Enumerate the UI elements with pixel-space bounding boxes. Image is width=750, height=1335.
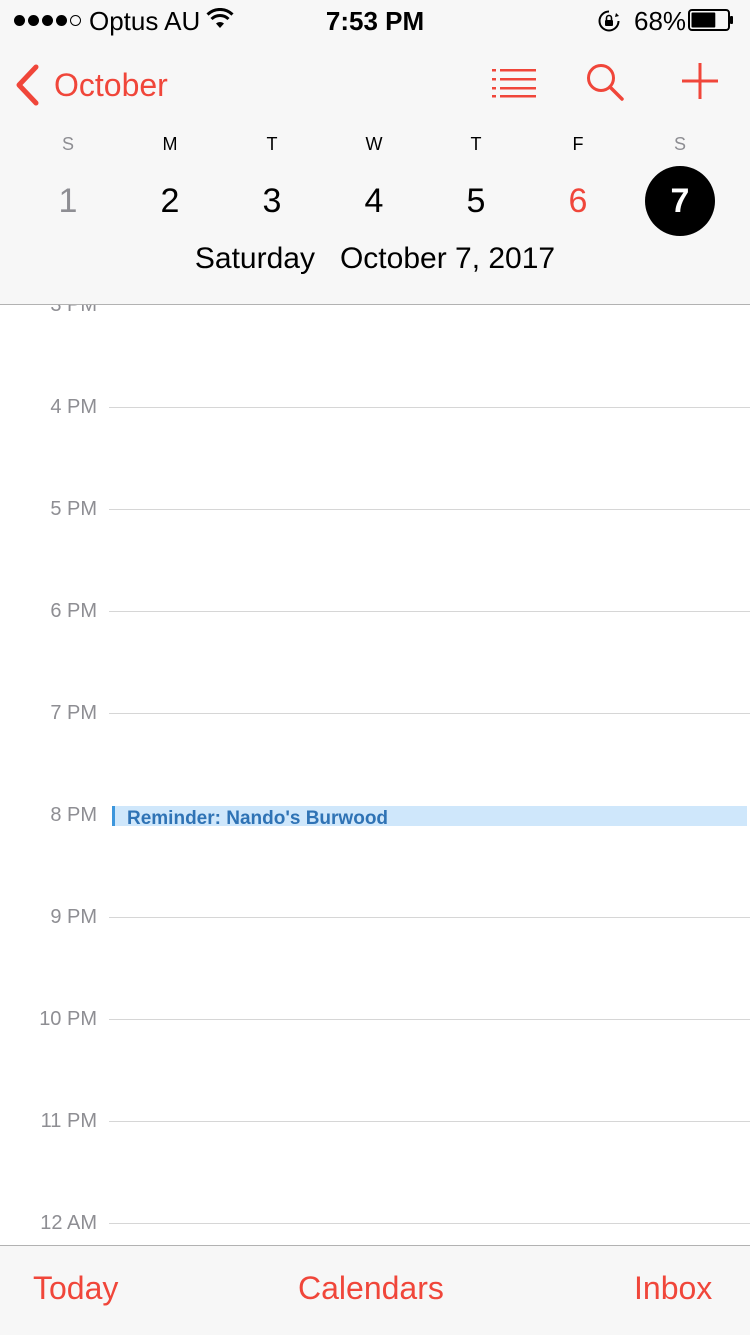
event-title: Reminder: Nando's Burwood — [127, 808, 389, 829]
chevron-left-icon — [16, 64, 39, 106]
hour-row: 12 AM — [0, 1213, 750, 1243]
hour-divider — [109, 713, 750, 714]
status-bar: Optus AU 7:53 PM 68% — [0, 0, 750, 40]
rotation-lock-icon — [598, 10, 620, 32]
calendars-button[interactable]: Calendars — [298, 1270, 444, 1307]
weekday-label: F — [572, 134, 584, 154]
day-cell[interactable]: 6 — [543, 166, 613, 236]
back-label: October — [54, 66, 168, 103]
weekday-name: Saturday — [194, 242, 315, 275]
hour-label: 6 PM — [50, 600, 97, 622]
hour-label: 10 PM — [39, 1008, 97, 1030]
hour-row: 9 PM — [0, 907, 750, 937]
hour-row: 7 PM — [0, 703, 750, 733]
hour-divider — [109, 1121, 750, 1122]
hour-divider — [109, 1223, 750, 1224]
hour-divider — [109, 407, 750, 408]
weekday-row: S M T W T F S — [0, 134, 750, 158]
week-day-strip: 1 2 3 4 5 6 7 — [0, 166, 750, 242]
day-cell[interactable]: 1 — [33, 166, 103, 236]
hour-row: 5 PM — [0, 499, 750, 529]
hour-divider — [109, 509, 750, 510]
weekday-label: T — [266, 134, 278, 154]
hour-row: 4 PM — [0, 397, 750, 427]
hour-row: 3 PM — [0, 305, 750, 325]
add-event-icon[interactable] — [681, 62, 719, 100]
day-cell[interactable]: 5 — [441, 166, 511, 236]
day-cell[interactable]: 4 — [339, 166, 409, 236]
day-cell[interactable]: 2 — [135, 166, 205, 236]
hour-row: 6 PM — [0, 601, 750, 631]
hour-label: 9 PM — [50, 906, 97, 928]
day-timeline[interactable]: 3 PM 4 PM 5 PM 6 PM 7 PM 8 PM 9 PM 10 PM… — [0, 305, 750, 1245]
full-date: October 7, 2017 — [339, 242, 556, 275]
calendar-header: October S M T W T F S 1 2 3 4 5 6 7 Satu… — [0, 40, 750, 305]
hour-row: 11 PM — [0, 1111, 750, 1141]
back-to-month-button[interactable]: October — [14, 64, 168, 106]
hour-label: 7 PM — [50, 702, 97, 724]
list-view-icon[interactable] — [492, 68, 536, 98]
hour-divider — [109, 611, 750, 612]
hour-label: 4 PM — [50, 396, 97, 418]
search-icon[interactable] — [585, 62, 625, 102]
inbox-button[interactable]: Inbox — [634, 1270, 712, 1307]
weekday-label: S — [673, 134, 686, 154]
selected-date-label: Saturday October 7, 2017 — [0, 242, 750, 276]
battery-percent: 68% — [634, 6, 687, 36]
calendar-event[interactable]: Reminder: Nando's Burwood — [112, 806, 747, 829]
hour-label: 11 PM — [40, 1110, 97, 1132]
weekday-label: M — [162, 134, 178, 154]
weekday-label: W — [365, 134, 383, 154]
battery-icon — [688, 9, 733, 31]
weekday-label: S — [61, 134, 74, 154]
hour-label: 3 PM — [50, 305, 97, 316]
hour-label: 12 AM — [40, 1212, 97, 1234]
hour-row: 10 PM — [0, 1009, 750, 1039]
hour-divider — [109, 1019, 750, 1020]
weekday-label: T — [470, 134, 482, 154]
hour-label: 8 PM — [50, 804, 97, 826]
selected-day-cell[interactable]: 7 — [645, 166, 715, 236]
hour-label: 5 PM — [50, 498, 97, 520]
today-button[interactable]: Today — [33, 1270, 118, 1307]
day-cell[interactable]: 3 — [237, 166, 307, 236]
bottom-toolbar: Today Calendars Inbox — [0, 1245, 750, 1335]
hour-divider — [109, 917, 750, 918]
